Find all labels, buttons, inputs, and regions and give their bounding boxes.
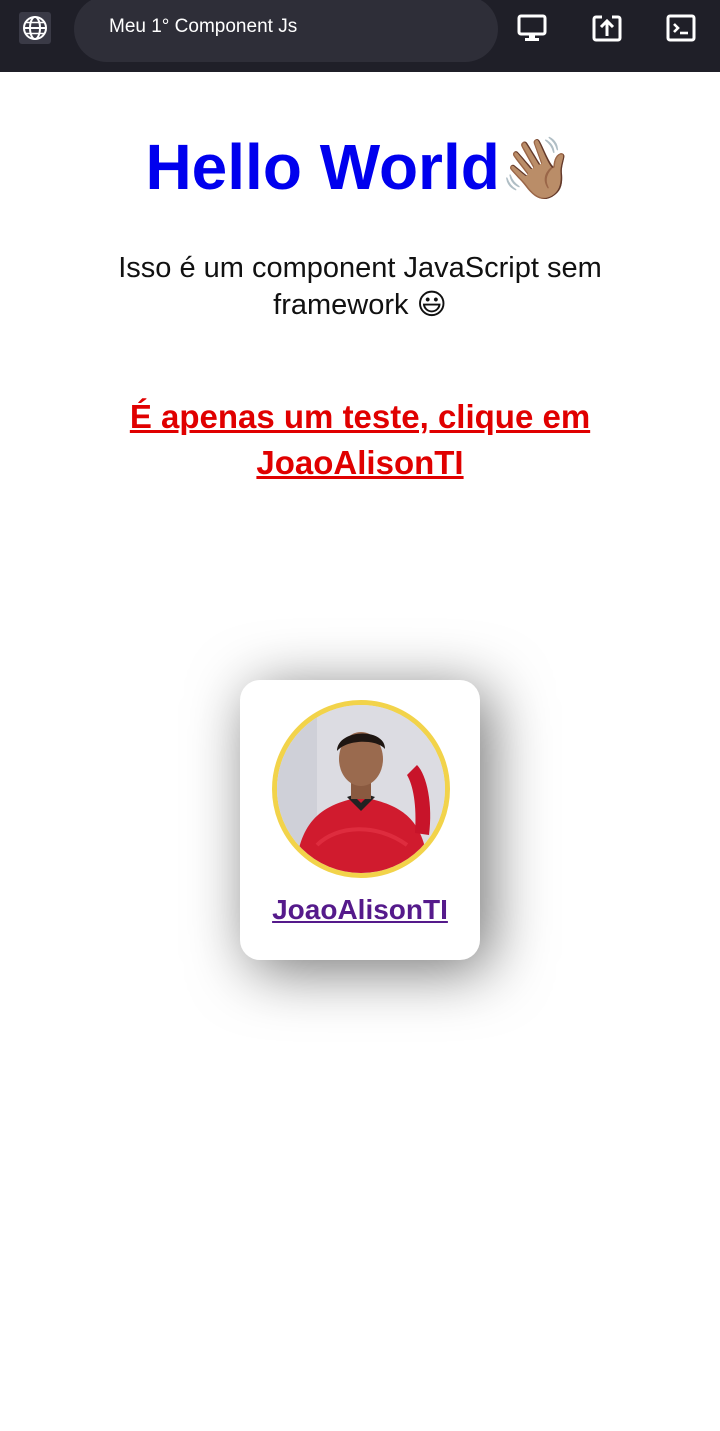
avatar <box>272 700 450 878</box>
description-text: Isso é um component JavaScript sem frame… <box>118 252 602 321</box>
terminal-icon[interactable] <box>665 12 697 44</box>
browser-toolbar: Meu 1° Component Js <box>0 0 720 72</box>
notice-link[interactable]: É apenas um teste, clique em JoaoAlisonT… <box>80 394 640 486</box>
address-bar[interactable]: Meu 1° Component Js <box>74 0 498 62</box>
share-up-icon[interactable] <box>591 12 623 44</box>
globe-icon[interactable] <box>19 12 51 44</box>
profile-card: JoaoAlisonTI <box>240 680 480 960</box>
profile-name-link[interactable]: JoaoAlisonTI <box>240 894 480 926</box>
heading-text: Hello World <box>145 131 500 203</box>
desktop-icon[interactable] <box>516 12 548 44</box>
waving-hand-icon: 👋🏽 <box>499 135 575 202</box>
profile-photo-icon <box>277 705 445 873</box>
hello-heading: Hello World👋🏽 <box>0 130 720 206</box>
page-title: Meu 1° Component Js <box>109 16 298 37</box>
